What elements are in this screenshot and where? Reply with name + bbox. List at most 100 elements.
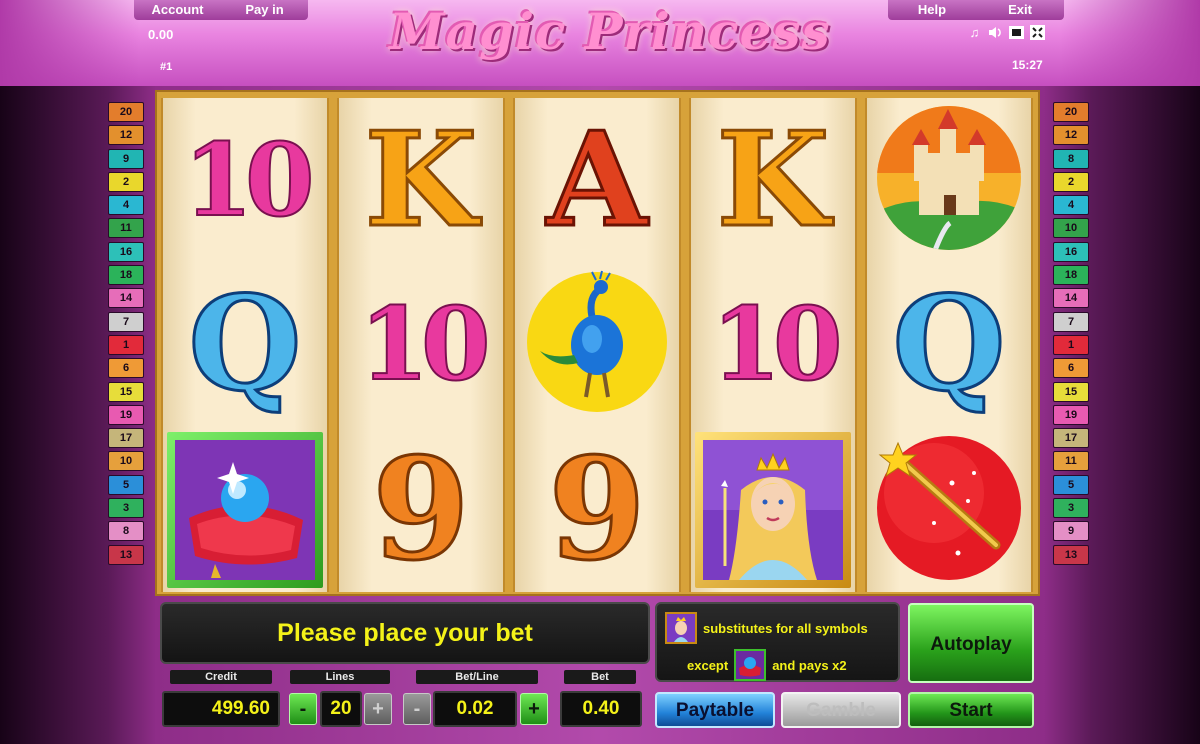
payline-indicator: 12 bbox=[108, 125, 144, 146]
music-icon[interactable]: ♫ bbox=[966, 24, 983, 41]
account-balance: 0.00 bbox=[148, 27, 174, 42]
payline-indicator: 14 bbox=[108, 288, 144, 309]
game-logo: Magic Princess bbox=[389, 2, 831, 61]
symbol-peacock bbox=[515, 262, 679, 426]
fullscreen-icon[interactable] bbox=[1029, 24, 1046, 41]
help-button[interactable]: Help bbox=[888, 0, 976, 20]
wild-info-pays: and pays x2 bbox=[772, 657, 847, 673]
payline-indicator: 7 bbox=[1053, 311, 1089, 332]
payline-indicator: 9 bbox=[108, 148, 144, 169]
help-menu: Help Exit bbox=[888, 0, 1064, 20]
payline-indicator: 10 bbox=[108, 451, 144, 472]
magic-wand-icon bbox=[874, 433, 1024, 588]
payline-indicator: 11 bbox=[108, 218, 144, 239]
payline-indicator: 1 bbox=[108, 334, 144, 355]
window-icon[interactable] bbox=[1008, 24, 1025, 41]
payline-indicator: 3 bbox=[1053, 498, 1089, 519]
payline-indicator: 17 bbox=[1053, 428, 1089, 449]
payline-indicator: 6 bbox=[1053, 358, 1089, 379]
top-bar-shade-right bbox=[1060, 0, 1200, 86]
start-button[interactable]: Start bbox=[908, 692, 1034, 728]
payline-indicator: 4 bbox=[108, 195, 144, 216]
reels-area: 10 Q K 10 9 A 9 K 10 Q bbox=[155, 90, 1040, 596]
symbol-king: K bbox=[715, 103, 831, 256]
payline-indicator: 19 bbox=[108, 404, 144, 425]
payline-indicator: 18 bbox=[108, 265, 144, 286]
payline-indicator: 2 bbox=[108, 171, 144, 192]
payline-indicators-right: 20 12 8 2 4 10 16 18 14 7 1 6 15 19 17 11 5 3 9 13 bbox=[1053, 102, 1089, 565]
reel-2: K 10 9 bbox=[337, 98, 505, 592]
wild-info-except: except bbox=[687, 657, 729, 673]
system-icons: ♫ bbox=[966, 24, 1046, 41]
payline-indicator: 9 bbox=[1053, 521, 1089, 542]
payline-indicator: 10 bbox=[1053, 218, 1089, 239]
paytable-button[interactable]: Paytable bbox=[655, 692, 775, 728]
reel-3: A 9 bbox=[513, 98, 681, 592]
symbol-crystal-ball bbox=[163, 428, 327, 592]
bet-value: 0.40 bbox=[560, 691, 642, 727]
credit-label: Credit bbox=[170, 670, 272, 684]
wild-info-panel: substitutes for all symbols except and p… bbox=[655, 602, 900, 682]
lines-plus-button[interactable]: + bbox=[364, 693, 392, 725]
betline-value: 0.02 bbox=[433, 691, 517, 727]
payline-indicator: 8 bbox=[108, 521, 144, 542]
top-bar-shade-left bbox=[0, 0, 140, 86]
payline-indicator: 3 bbox=[108, 498, 144, 519]
symbol-nine: 9 bbox=[547, 428, 647, 592]
account-button[interactable]: Account bbox=[134, 0, 221, 20]
payline-indicator: 19 bbox=[1053, 404, 1089, 425]
payline-indicator: 2 bbox=[1053, 171, 1089, 192]
reel-5: Q bbox=[865, 98, 1033, 592]
betline-plus-button[interactable]: + bbox=[520, 693, 548, 725]
autoplay-button[interactable]: Autoplay bbox=[908, 603, 1034, 683]
sound-icon[interactable] bbox=[987, 24, 1004, 41]
symbol-ace: A bbox=[545, 103, 649, 256]
reel-4: K 10 bbox=[689, 98, 857, 592]
payline-indicator: 20 bbox=[1053, 102, 1089, 122]
symbol-ten: 10 bbox=[710, 285, 843, 403]
payline-indicator: 12 bbox=[1053, 125, 1089, 146]
payline-indicator: 6 bbox=[108, 358, 144, 379]
symbol-castle bbox=[867, 98, 1031, 262]
symbol-queen: Q bbox=[187, 267, 303, 420]
princess-mini-icon bbox=[665, 612, 697, 644]
symbol-ten: 10 bbox=[358, 285, 491, 403]
pay-in-button[interactable]: Pay in bbox=[221, 0, 308, 20]
payline-indicator: 5 bbox=[108, 474, 144, 495]
lines-value: 20 bbox=[320, 691, 362, 727]
lines-minus-button[interactable]: - bbox=[289, 693, 317, 725]
payline-indicator: 16 bbox=[108, 241, 144, 262]
payline-indicator: 7 bbox=[108, 311, 144, 332]
crystal-ball-mini-icon bbox=[734, 649, 767, 681]
symbol-king: K bbox=[363, 103, 479, 256]
symbol-magic-wand bbox=[867, 428, 1031, 592]
payline-indicator: 15 bbox=[108, 381, 144, 402]
payline-indicator: 14 bbox=[1053, 288, 1089, 309]
betline-minus-button[interactable]: - bbox=[403, 693, 431, 725]
symbol-queen: Q bbox=[891, 267, 1007, 420]
status-message: Please place your bet bbox=[160, 602, 650, 664]
reel-1: 10 Q bbox=[161, 98, 329, 592]
credit-value: 499.60 bbox=[162, 691, 280, 727]
payline-indicator: 18 bbox=[1053, 265, 1089, 286]
account-menu: Account Pay in bbox=[134, 0, 308, 20]
symbol-princess-wild bbox=[691, 428, 855, 592]
payline-indicator: 13 bbox=[1053, 544, 1089, 565]
top-bar: Account Pay in Help Exit 0.00 #1 15:27 M… bbox=[0, 0, 1200, 86]
gamble-button[interactable]: Gamble bbox=[781, 692, 901, 728]
clock: 15:27 bbox=[1012, 58, 1043, 72]
bet-label: Bet bbox=[564, 670, 636, 684]
peacock-icon bbox=[522, 267, 672, 422]
payline-indicator: 1 bbox=[1053, 334, 1089, 355]
payline-indicator: 20 bbox=[108, 102, 144, 122]
symbol-ten: 10 bbox=[182, 121, 315, 239]
payline-indicator: 15 bbox=[1053, 381, 1089, 402]
payline-indicator: 13 bbox=[108, 544, 144, 565]
princess-icon bbox=[703, 440, 843, 580]
exit-button[interactable]: Exit bbox=[976, 0, 1064, 20]
payline-indicator: 5 bbox=[1053, 474, 1089, 495]
wild-info-line1: substitutes for all symbols bbox=[703, 620, 868, 636]
payline-indicator: 8 bbox=[1053, 148, 1089, 169]
payline-indicator: 11 bbox=[1053, 451, 1089, 472]
castle-icon bbox=[874, 103, 1024, 258]
